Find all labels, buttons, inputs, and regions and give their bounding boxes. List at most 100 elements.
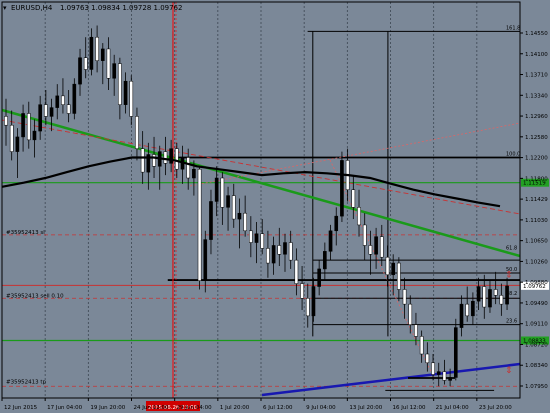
candle-body (357, 207, 361, 226)
fib-label: 38.2 (506, 291, 517, 297)
candle-body (186, 157, 191, 179)
candle-body (385, 256, 390, 276)
candle-body (112, 63, 116, 79)
candle-body (214, 177, 219, 202)
ohlc-text: 1.09763 1.09834 1.09728 1.09762 (60, 4, 182, 12)
price-chart[interactable]: 161.8100.061.850.038.223.6#35952413 sl#3… (0, 0, 550, 413)
candle-body (362, 224, 367, 246)
y-tick-label: 1.12960 (525, 114, 548, 120)
candle-body (49, 107, 54, 117)
candle-body (38, 104, 42, 132)
y-tick-label: 1.08340 (525, 363, 548, 369)
candle-body (288, 242, 293, 261)
candle-body (152, 154, 156, 167)
x-tick-label: 12 Jun 2015 (4, 405, 38, 411)
y-tick-label: 1.09880 (525, 280, 548, 286)
x-tick-label: 16 Jul 12:00 (393, 405, 426, 411)
candle-body (95, 36, 99, 61)
y-tick-label: 1.12200 (525, 156, 548, 162)
order-label: #35952413 sl (6, 230, 45, 236)
candle-body (72, 83, 77, 114)
candle-body (277, 245, 282, 255)
candle-body (106, 48, 111, 79)
candle-body (169, 148, 173, 164)
fib-label: 100.0 (506, 151, 520, 157)
x-tick-label: 24 Jun 12:00 (134, 405, 169, 411)
candle-body (203, 239, 208, 281)
candle-body (283, 242, 287, 255)
candle-body (32, 130, 37, 141)
candle-body (231, 195, 236, 220)
candle-body (266, 248, 270, 264)
candle-body (21, 113, 25, 138)
candle-body (414, 324, 418, 337)
chart-window[interactable]: 161.8 100.0 61.8 50.0 38.2 23.6 #35952413 sl #3… (0, 0, 550, 413)
candle-body (249, 230, 253, 243)
candle-body (419, 336, 424, 355)
candle-body (328, 230, 333, 252)
y-tick-label: 1.14100 (525, 52, 548, 58)
candle-body (317, 268, 321, 287)
y-tick-label: 1.08720 (525, 342, 548, 348)
candle-body (431, 362, 435, 375)
y-tick-label: 1.12580 (525, 135, 548, 141)
tp-arrow-icon: ⇕ (505, 366, 513, 376)
candle-body (174, 148, 179, 170)
y-tick-label: 1.10650 (525, 239, 548, 245)
candle-body (83, 57, 88, 70)
order-label: #35952413 sell 0.10 (6, 293, 64, 299)
candle-body (61, 95, 65, 105)
symbol-icon: ▾ (3, 4, 7, 12)
chart-background (0, 0, 550, 413)
candle-body (123, 80, 128, 105)
candle-body (89, 36, 94, 70)
candle-body (163, 151, 168, 164)
candle-body (118, 63, 122, 105)
candle-body (209, 201, 213, 240)
candle-body (379, 236, 384, 258)
candle-body (243, 212, 247, 232)
x-tick-label: 21 Jul 04:00 (436, 405, 469, 411)
y-tick-label: 1.07950 (525, 384, 548, 390)
candle-body (300, 283, 304, 299)
y-tick-label: 1.13340 (525, 93, 548, 99)
x-tick-label: 13 Jul 20:00 (349, 405, 382, 411)
candle-body (488, 289, 492, 308)
y-tick-label: 1.09490 (525, 301, 548, 307)
x-tick-label: 1 Jul 20:00 (220, 405, 250, 411)
candle-body (425, 353, 430, 364)
candle-body (482, 286, 487, 308)
candle-body (66, 104, 71, 114)
candle-body (436, 371, 441, 375)
candle-body (4, 116, 8, 126)
candle-body (391, 262, 395, 276)
candle-body (459, 303, 464, 328)
candle-body (311, 286, 316, 317)
candle-body (129, 80, 134, 117)
y-tick-label: 1.11800 (525, 176, 548, 182)
fib-label: 23.6 (506, 319, 517, 325)
x-tick-label: 29 Jun 04:00 (177, 405, 212, 411)
candle-body (351, 189, 356, 208)
candle-body (15, 136, 20, 152)
x-tick-label: 9 Jul 04:00 (306, 405, 336, 411)
x-tick-label: 19 Jun 20:00 (90, 405, 125, 411)
candle-body (197, 168, 202, 281)
y-tick-label: 1.10260 (525, 259, 548, 265)
candle-body (220, 177, 225, 208)
candle-body (442, 371, 447, 381)
fib-label: 161.8 (506, 25, 520, 31)
candle-body (471, 300, 475, 317)
candle-body (254, 233, 259, 243)
candle-body (305, 298, 310, 317)
candle-body (368, 245, 373, 255)
candle-body (294, 259, 299, 284)
y-tick-label: 1.14550 (525, 31, 548, 37)
candle-body (100, 48, 105, 61)
candle-body (237, 212, 242, 220)
y-tick-label: 1.09110 (525, 322, 548, 328)
y-tick-label: 1.13710 (525, 73, 548, 79)
candle-body (55, 95, 60, 108)
y-tick-label: 1.11429 (525, 197, 548, 203)
x-tick-label: 17 Jun 04:00 (47, 405, 82, 411)
